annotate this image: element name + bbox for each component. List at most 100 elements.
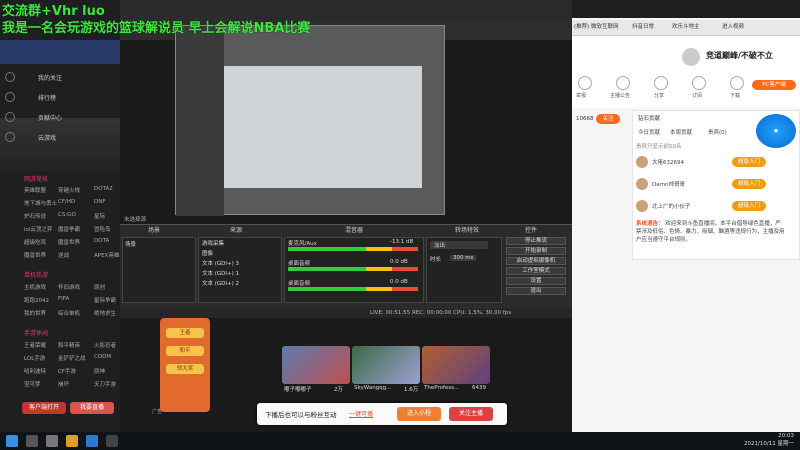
game-link[interactable]: 原创 xyxy=(94,283,105,291)
gift-tab[interactable]: 贵宾(0) xyxy=(708,128,727,136)
game-link[interactable]: 超级吃鸡 xyxy=(24,238,46,246)
follow-button[interactable]: 关注 xyxy=(596,114,620,124)
source-item[interactable]: 文本 (GDI+) 1 xyxy=(202,269,239,277)
user-name[interactable]: 大佬632694 xyxy=(652,158,684,166)
obs-icon[interactable] xyxy=(106,435,118,447)
streamer-avatar[interactable] xyxy=(682,48,700,66)
game-link[interactable]: 魔兽争霸 xyxy=(58,225,80,233)
user-name[interactable]: 北上广的小伙子 xyxy=(652,202,691,210)
game-link[interactable]: LOL手游 xyxy=(24,354,45,362)
browser-icon[interactable] xyxy=(86,435,98,447)
game-link[interactable]: 星际争霸 xyxy=(94,296,116,304)
promo-button[interactable]: 领大奖 xyxy=(166,364,204,374)
windows-start-icon[interactable] xyxy=(6,435,18,447)
sidebar-item-cloudgame[interactable]: 云游戏 xyxy=(38,133,56,142)
game-link[interactable]: DOTA2 xyxy=(94,186,113,192)
follow-streamer-button[interactable]: 关注主播 xyxy=(449,407,493,421)
game-link[interactable]: 宝可梦 xyxy=(24,380,41,388)
game-link[interactable]: 绝地求生 xyxy=(94,309,116,317)
game-link[interactable]: 原神 xyxy=(94,367,105,375)
subscribe-icon[interactable] xyxy=(692,76,706,90)
game-link[interactable]: 火影忍者 xyxy=(94,341,116,349)
game-link[interactable]: 跑跑2042 xyxy=(24,296,49,304)
stream-caption[interactable]: TheProfess... xyxy=(424,385,459,391)
game-link[interactable]: DOTA xyxy=(94,238,109,244)
source-item[interactable]: 文本 (GDI+) 2 xyxy=(202,279,239,287)
sidebar-item-follow[interactable]: 我的关注 xyxy=(38,73,62,82)
game-link[interactable]: CODM xyxy=(94,354,111,360)
avatar[interactable] xyxy=(636,178,648,190)
source-item[interactable]: 图像 xyxy=(202,249,213,257)
open-client-button[interactable]: 客户端打开 xyxy=(22,402,66,414)
game-link[interactable]: 怀旧游戏 xyxy=(58,283,80,291)
game-link[interactable]: 魔兽世界 xyxy=(58,238,80,246)
game-link[interactable]: lol云顶之弈 xyxy=(24,225,52,233)
stream-thumbnail[interactable] xyxy=(282,346,350,384)
report-icon[interactable] xyxy=(578,76,592,90)
folder-icon[interactable] xyxy=(66,435,78,447)
game-link[interactable]: CS:GO xyxy=(58,212,76,218)
game-link[interactable]: 逆战 xyxy=(58,251,69,259)
game-link[interactable]: 崩坏 xyxy=(58,380,69,388)
enter-miniapp-button[interactable]: 进入小程 xyxy=(397,407,441,421)
stream-thumbnail[interactable] xyxy=(352,346,420,384)
exit-button[interactable]: 退出 xyxy=(506,287,566,295)
game-link[interactable]: 天刀手游 xyxy=(94,380,116,388)
task-view-icon[interactable] xyxy=(46,435,58,447)
virtual-camera-button[interactable]: 启动虚拟摄像机 xyxy=(506,257,566,265)
stop-streaming-button[interactable]: 停止推流 xyxy=(506,237,566,245)
game-link[interactable]: CF/HD xyxy=(58,199,75,205)
share-icon[interactable] xyxy=(654,76,668,90)
game-link[interactable]: 冒险岛 xyxy=(94,225,111,233)
source-item[interactable]: 游戏采集 xyxy=(202,239,224,247)
game-link[interactable]: 王者荣耀 xyxy=(24,341,46,349)
transition-select[interactable]: 淡出 xyxy=(430,241,488,249)
game-link[interactable]: 主机游戏 xyxy=(24,283,46,291)
stream-thumbnail[interactable] xyxy=(422,346,490,384)
stream-caption[interactable]: SkyWangqg... xyxy=(354,385,391,391)
game-link[interactable]: 哈利波特 xyxy=(24,367,46,375)
game-link[interactable]: 我的世界 xyxy=(24,309,46,317)
duration-input[interactable]: 300 ms xyxy=(450,255,477,261)
game-link[interactable]: 炉石传说 xyxy=(24,212,46,220)
game-link[interactable]: DNF xyxy=(94,199,106,205)
sidebar-banner[interactable] xyxy=(0,40,120,64)
user-name[interactable]: Damn帅哥哥 xyxy=(652,180,685,188)
notice-icon[interactable] xyxy=(616,76,630,90)
search-icon[interactable] xyxy=(26,435,38,447)
promo-badge[interactable]: ★ xyxy=(756,114,796,148)
game-link[interactable]: 和平精英 xyxy=(58,341,80,349)
pc-client-badge[interactable]: PC客户端 xyxy=(752,80,796,90)
sidebar-item-rank[interactable]: 排行榜 xyxy=(38,93,56,102)
game-link[interactable]: 综合单机 xyxy=(58,309,80,317)
gift-tab[interactable]: 本周贡献 xyxy=(670,128,692,136)
start-recording-button[interactable]: 开始录制 xyxy=(506,247,566,255)
scene-item[interactable]: 场景 xyxy=(125,240,136,248)
game-link[interactable]: FIFA xyxy=(58,296,69,302)
bookmark-tab[interactable]: 欢乐斗地主 xyxy=(672,22,700,30)
gift-tab[interactable]: 今日贡献 xyxy=(638,128,660,136)
bookmark-tab[interactable]: (推荐) 微软互联网 xyxy=(574,22,619,30)
bookmark-tab[interactable]: 抖音日常 xyxy=(632,22,654,30)
game-link[interactable]: CF手游 xyxy=(58,367,76,375)
download-icon[interactable] xyxy=(730,76,744,90)
bookmark-tab[interactable]: 进入视频 xyxy=(722,22,744,30)
game-link[interactable]: 星际 xyxy=(94,212,105,220)
source-item[interactable]: 文本 (GDI+) 3 xyxy=(202,259,239,267)
stream-caption[interactable]: 嘟子嘟嘟子 xyxy=(284,385,312,393)
game-link[interactable]: APEX英雄 xyxy=(94,251,119,259)
sidebar-item-contribute[interactable]: 贡献中心 xyxy=(38,113,62,122)
game-link[interactable]: 地下城与勇士 xyxy=(24,199,57,207)
game-link[interactable]: 金铲铲之战 xyxy=(58,354,86,362)
game-link[interactable]: 魔兽世界 xyxy=(24,251,46,259)
avatar[interactable] xyxy=(636,156,648,168)
go-live-button[interactable]: 我要直播 xyxy=(70,402,114,414)
game-link[interactable]: 英雄联盟 xyxy=(24,186,46,194)
studio-mode-button[interactable]: 工作室模式 xyxy=(506,267,566,275)
promo-button[interactable]: 和平 xyxy=(166,346,204,356)
popup-link[interactable]: 一键可播 xyxy=(349,409,373,418)
avatar[interactable] xyxy=(636,200,648,212)
game-link[interactable]: 穿越火线 xyxy=(58,186,80,194)
settings-button[interactable]: 设置 xyxy=(506,277,566,285)
promo-button[interactable]: 王者 xyxy=(166,328,204,338)
